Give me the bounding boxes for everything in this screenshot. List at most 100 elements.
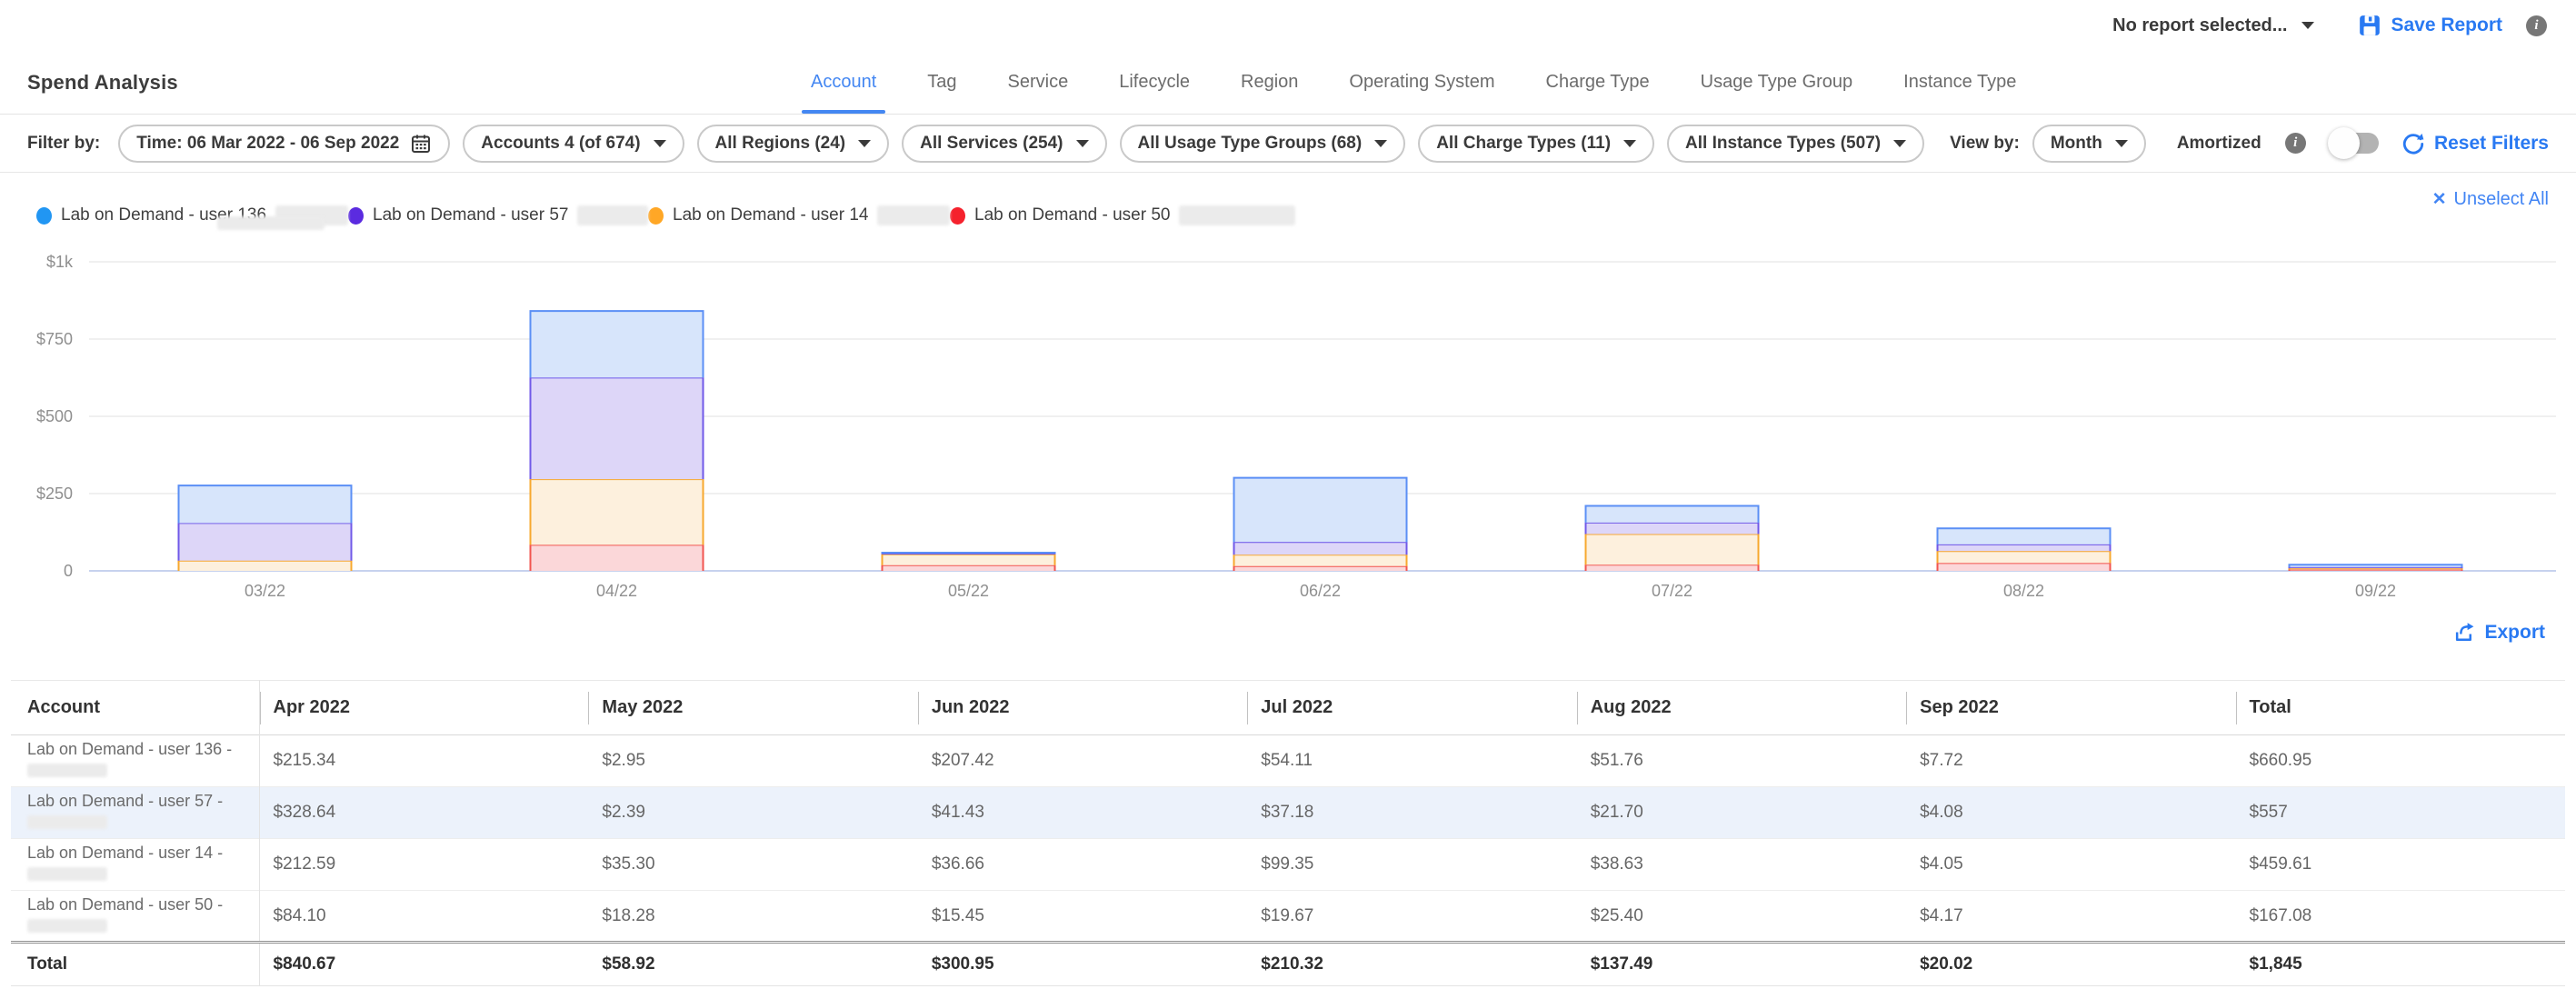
column-header-jul-2022: Jul 2022 [1247,681,1576,735]
filter-dropdown-0[interactable]: Accounts 4 (of 674) [463,125,684,163]
spend-value-cell: $54.11 [1247,735,1576,787]
x-axis-tick-label: 07/22 [1652,582,1692,600]
filter-dropdown-4[interactable]: All Charge Types (11) [1418,125,1654,163]
filter-dropdown-label: Accounts 4 (of 674) [481,134,640,154]
account-name: Lab on Demand - user 57 - [27,792,259,811]
account-name: Lab on Demand - user 136 - [27,740,259,759]
tab-usage-type-group[interactable]: Usage Type Group [1701,51,1853,114]
column-header-label: Sep 2022 [1920,697,1999,718]
x-axis-tick-label: 06/22 [1300,582,1341,600]
bar-segment-user-57-04/22[interactable] [531,377,704,479]
export-button[interactable]: Export [2484,622,2545,644]
tab-lifecycle[interactable]: Lifecycle [1119,51,1190,114]
redacted-text [577,205,648,225]
total-value-cell: $1,845 [2236,943,2565,986]
bar-segment-user-136-06/22[interactable] [1234,478,1407,543]
export-bar: Export [0,607,2576,658]
bar-segment-user-136-04/22[interactable] [531,311,704,377]
spend-value-cell: $21.70 [1577,787,1906,839]
column-header-label: Aug 2022 [1591,697,1672,718]
filter-dropdown-3[interactable]: All Usage Type Groups (68) [1120,125,1406,163]
chart-legend: Lab on Demand - user 136Lab on Demand - … [0,173,2576,244]
bar-segment-user-14-03/22[interactable] [179,561,352,571]
legend-color-dot [648,207,664,225]
report-selector-dropdown[interactable]: No report selected... [2112,15,2314,36]
filter-dropdown-5[interactable]: All Instance Types (507) [1667,125,1924,163]
tab-region[interactable]: Region [1241,51,1298,114]
bar-segment-user-14-08/22[interactable] [1938,551,2111,563]
view-by-dropdown[interactable]: Month [2032,125,2146,163]
bar-segment-user-136-08/22[interactable] [1938,528,2111,544]
redacted-text [217,216,324,230]
legend-item[interactable]: Lab on Demand - user 50 [950,187,1295,244]
legend-item[interactable]: Lab on Demand - user 136 [36,187,348,244]
x-axis-tick-label: 09/22 [2355,582,2396,600]
bar-segment-user-14-05/22[interactable] [883,554,1055,565]
title-bar: Spend Analysis AccountTagServiceLifecycl… [0,51,2576,115]
account-name-cell: Lab on Demand - user 57 - [11,787,259,839]
spend-value-cell: $660.95 [2236,735,2565,787]
total-value-cell: $137.49 [1577,943,1906,986]
amortized-info-icon[interactable]: i [2285,133,2306,154]
bar-segment-user-136-03/22[interactable] [179,485,352,523]
tab-instance-type[interactable]: Instance Type [1903,51,2016,114]
tab-service[interactable]: Service [1008,51,1069,114]
spend-value-cell: $215.34 [259,735,588,787]
time-filter-button[interactable]: Time: 06 Mar 2022 - 06 Sep 2022 [118,125,450,163]
chevron-down-icon [2115,140,2128,147]
redacted-text [27,764,107,777]
chevron-down-icon [1076,140,1089,147]
filter-dropdown-label: All Regions (24) [715,134,846,154]
y-axis-tick-label: $250 [36,485,73,503]
spend-value-cell: $37.18 [1247,787,1576,839]
unselect-all-button[interactable]: Unselect All [2432,189,2549,210]
y-axis-tick-label: $500 [36,407,73,425]
spend-value-cell: $25.40 [1577,891,1906,943]
bar-segment-user-57-06/22[interactable] [1234,542,1407,554]
tab-tag[interactable]: Tag [927,51,956,114]
filter-dropdown-1[interactable]: All Regions (24) [697,125,890,163]
table-row: Lab on Demand - user 57 -$328.64$2.39$41… [11,787,2565,839]
total-label: Total [11,943,259,986]
bar-segment-user-14-07/22[interactable] [1586,534,1759,565]
legend-item[interactable]: Lab on Demand - user 57 [348,187,648,244]
filter-dropdown-2[interactable]: All Services (254) [902,125,1106,163]
bar-segment-user-57-03/22[interactable] [179,523,352,560]
chevron-down-icon [1374,140,1387,147]
spend-value-cell: $212.59 [259,839,588,891]
amortized-toggle[interactable] [2331,133,2379,154]
filter-dropdowns: Accounts 4 (of 674) All Regions (24) All S… [463,125,1924,163]
bar-segment-user-136-07/22[interactable] [1586,505,1759,522]
save-report-button[interactable]: Save Report [2358,14,2502,37]
column-divider [918,692,919,724]
y-axis-tick-label: 0 [64,562,73,580]
bar-segment-user-50-04/22[interactable] [531,544,704,571]
bar-segment-user-50-07/22[interactable] [1586,564,1759,571]
legend-label: Lab on Demand - user 50 [974,205,1170,225]
spend-value-cell: $99.35 [1247,839,1576,891]
redacted-text [877,205,950,225]
filter-by-label: Filter by: [27,134,100,154]
bar-segment-user-57-08/22[interactable] [1938,544,2111,551]
tab-account[interactable]: Account [811,51,876,114]
column-header-label: Total [2250,697,2291,718]
spend-value-cell: $2.95 [588,735,917,787]
filter-dropdown-label: All Services (254) [920,134,1063,154]
tab-operating-system[interactable]: Operating System [1349,51,1494,114]
info-icon[interactable]: i [2526,15,2547,36]
reset-filters-button[interactable]: Reset Filters [2401,132,2549,155]
bar-segment-user-57-07/22[interactable] [1586,523,1759,534]
spend-value-cell: $19.67 [1247,891,1576,943]
bar-segment-user-14-04/22[interactable] [531,479,704,544]
column-divider [1577,692,1578,724]
bar-segment-user-50-08/22[interactable] [1938,563,2111,571]
legend-item[interactable]: Lab on Demand - user 14 [648,187,950,244]
bar-segment-user-14-06/22[interactable] [1234,554,1407,565]
column-header-may-2022: May 2022 [588,681,917,735]
amortized-label: Amortized [2177,134,2261,154]
table-row: Lab on Demand - user 136 -$215.34$2.95$2… [11,735,2565,787]
table-row: Lab on Demand - user 14 -$212.59$35.30$3… [11,839,2565,891]
tab-charge-type[interactable]: Charge Type [1546,51,1650,114]
legend-color-dot [950,207,965,225]
redacted-text [27,815,107,829]
